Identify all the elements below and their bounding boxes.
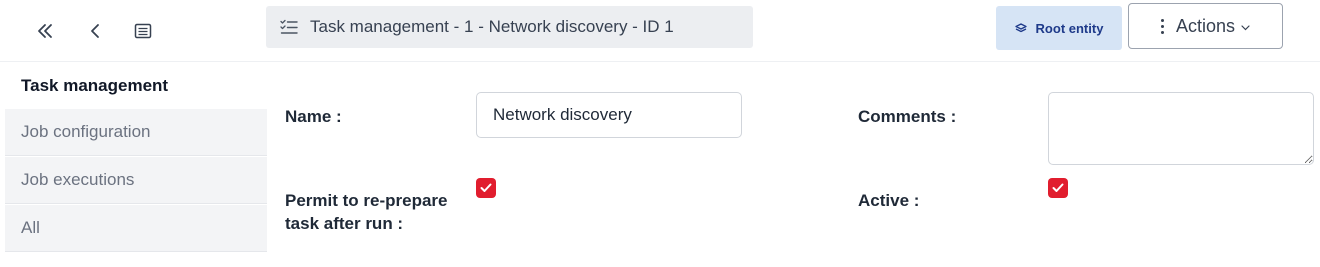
name-field[interactable]: [476, 92, 742, 138]
sidebar-tabs: Task management Job configuration Job ex…: [5, 62, 267, 267]
comments-field[interactable]: [1048, 92, 1314, 165]
tab-job-configuration[interactable]: Job configuration: [5, 109, 267, 156]
permit-reprepare-label: Permit to re-prepare task after run :: [285, 191, 448, 233]
tab-task-management[interactable]: Task management: [5, 62, 267, 109]
active-checkbox[interactable]: [1048, 178, 1068, 198]
tab-all[interactable]: All: [5, 205, 267, 252]
name-label: Name :: [285, 107, 342, 126]
tab-job-executions[interactable]: Job executions: [5, 157, 267, 204]
kebab-menu-icon: [1160, 17, 1164, 35]
double-chevron-left-icon[interactable]: [32, 18, 58, 44]
list-icon[interactable]: [130, 18, 156, 44]
layers-icon: [1014, 23, 1027, 33]
checkmark-icon: [480, 183, 492, 192]
root-entity-button[interactable]: Root entity: [996, 6, 1122, 50]
page-title-box: Task management - 1 - Network discovery …: [266, 6, 753, 48]
chevron-left-icon[interactable]: [82, 18, 108, 44]
actions-dropdown-button[interactable]: Actions: [1128, 3, 1283, 49]
actions-label: Actions: [1175, 15, 1236, 36]
comments-label: Comments :: [858, 107, 957, 126]
chevron-down-icon: [1241, 25, 1250, 31]
top-toolbar: Task management - 1 - Network discovery …: [0, 0, 1320, 62]
checkmark-icon: [1052, 183, 1064, 192]
permit-reprepare-checkbox[interactable]: [476, 178, 496, 198]
page-title: Task management - 1 - Network discovery …: [310, 17, 674, 36]
list-check-icon: [280, 18, 298, 36]
root-entity-label: Root entity: [1035, 20, 1104, 36]
active-label: Active :: [858, 191, 920, 210]
